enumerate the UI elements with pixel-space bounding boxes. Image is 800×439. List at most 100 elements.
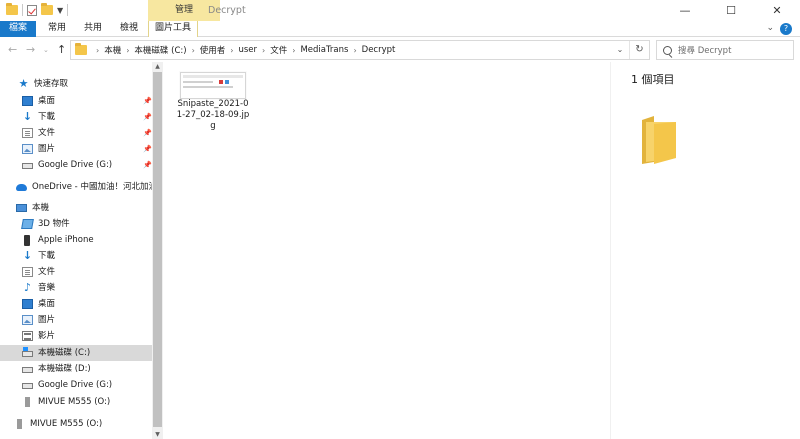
thumbnail-detail — [219, 80, 223, 84]
chevron-right-icon[interactable]: › — [353, 46, 356, 55]
sidebar-item-this-pc[interactable]: 本機 — [16, 200, 49, 216]
close-button[interactable]: ✕ — [754, 0, 800, 21]
tab-view[interactable]: 檢視 — [112, 21, 146, 37]
tab-home[interactable]: 常用 — [40, 21, 74, 37]
sidebar-item-music[interactable]: ♪ 音樂 — [22, 280, 55, 296]
quick-access-toolbar: ▼ — [6, 3, 69, 16]
sidebar-item-downloads[interactable]: ↓ 下載 — [22, 109, 55, 125]
windows-drive-icon — [22, 347, 33, 357]
pin-icon[interactable]: 📌 — [143, 129, 152, 137]
documents-icon — [22, 128, 33, 138]
scroll-thumb[interactable] — [153, 72, 162, 427]
sidebar-item-label: 圖片 — [38, 144, 56, 154]
pictures-icon — [22, 144, 33, 154]
breadcrumb-item[interactable]: MediaTrans — [300, 45, 348, 55]
breadcrumb-item[interactable]: 本機磁碟 (C:) — [134, 44, 186, 56]
chevron-right-icon[interactable]: › — [96, 46, 99, 55]
sidebar-item-mivue[interactable]: MIVUE M555 (O:) — [22, 394, 110, 410]
sidebar-item-pictures[interactable]: 圖片 — [22, 141, 55, 157]
sidebar-item-apple-iphone[interactable]: Apple iPhone — [22, 232, 94, 248]
divider — [22, 4, 23, 16]
divider — [67, 4, 69, 16]
download-icon: ↓ — [22, 249, 33, 262]
customize-toolbar-icon[interactable]: ▼ — [57, 6, 63, 15]
new-folder-icon[interactable] — [41, 3, 53, 15]
back-arrow-icon[interactable]: ← — [8, 43, 17, 56]
breadcrumb-item[interactable]: 本機 — [104, 44, 121, 56]
chevron-right-icon[interactable]: › — [192, 46, 195, 55]
sidebar-item-label: 3D 物件 — [38, 219, 70, 229]
sidebar-item-google-drive-pc[interactable]: Google Drive (G:) — [22, 377, 112, 393]
sidebar-item-3d-objects[interactable]: 3D 物件 — [21, 216, 70, 232]
usb-drive-icon — [25, 397, 30, 407]
details-pane: 1 個項目 — [610, 62, 800, 439]
sidebar-item-desktop[interactable]: 桌面 — [22, 93, 55, 109]
tab-file[interactable]: 檔案 — [0, 21, 36, 37]
pin-icon[interactable]: 📌 — [143, 97, 152, 105]
pictures-icon — [22, 315, 33, 325]
maximize-button[interactable]: ☐ — [708, 0, 754, 21]
chevron-right-icon[interactable]: › — [126, 46, 129, 55]
search-placeholder: 搜尋 Decrypt — [678, 46, 732, 56]
address-bar[interactable]: › 本機 › 本機磁碟 (C:) › 使用者 › user › 文件 › Med… — [70, 40, 650, 60]
sidebar-item-mivue-root[interactable]: MIVUE M555 (O:) — [14, 416, 102, 432]
pin-icon[interactable]: 📌 — [143, 113, 152, 121]
3d-objects-icon — [21, 219, 34, 229]
sidebar-item-onedrive[interactable]: OneDrive - 中國加油！河北加油！ — [16, 179, 165, 195]
expand-ribbon-icon[interactable]: ⌄ — [766, 23, 774, 35]
sidebar-item-quick-access[interactable]: ★ 快速存取 — [18, 76, 68, 92]
sidebar-item-label: OneDrive - 中國加油！河北加油！ — [32, 182, 166, 192]
sidebar-item-label: 下載 — [38, 251, 56, 261]
forward-arrow-icon[interactable]: → — [26, 43, 35, 56]
scroll-up-icon[interactable]: ▲ — [152, 63, 163, 70]
sidebar-item-documents-pc[interactable]: 文件 — [22, 264, 55, 280]
nav-scrollbar[interactable]: ▲ ▼ — [152, 62, 163, 439]
search-input[interactable]: 搜尋 Decrypt — [656, 40, 794, 60]
sidebar-item-pictures-pc[interactable]: 圖片 — [22, 312, 55, 328]
properties-icon[interactable] — [27, 4, 37, 16]
download-icon: ↓ — [22, 110, 33, 123]
sidebar-item-google-drive[interactable]: Google Drive (G:) — [22, 157, 112, 173]
breadcrumb-item[interactable]: user — [238, 45, 257, 55]
chevron-right-icon[interactable]: › — [292, 46, 295, 55]
drive-icon — [22, 383, 33, 389]
sidebar-item-desktop-pc[interactable]: 桌面 — [22, 296, 55, 312]
sidebar-item-local-disk-d[interactable]: 本機磁碟 (D:) — [22, 361, 91, 377]
item-count: 1 個項目 — [631, 73, 675, 86]
sidebar-item-label: Google Drive (G:) — [38, 160, 113, 170]
ribbon-tabs: 檔案 常用 共用 檢視 圖片工具 ⌄ ? — [0, 21, 800, 37]
help-icon[interactable]: ? — [780, 23, 792, 35]
sidebar-item-label: 音樂 — [38, 283, 56, 293]
chevron-down-icon[interactable]: ⌄ — [611, 41, 629, 59]
sidebar-item-documents[interactable]: 文件 — [22, 125, 55, 141]
tab-share[interactable]: 共用 — [76, 21, 110, 37]
file-name[interactable]: Snipaste_2021-01-27_02-18-09.jpg — [176, 99, 250, 132]
sidebar-item-label: 本機磁碟 (C:) — [38, 348, 91, 358]
folder-icon — [75, 43, 87, 55]
sidebar-item-local-disk-c[interactable]: 本機磁碟 (C:) — [0, 345, 152, 361]
chevron-right-icon[interactable]: › — [262, 46, 265, 55]
up-arrow-icon[interactable]: ↑ — [57, 43, 66, 56]
pin-icon[interactable]: 📌 — [143, 145, 152, 153]
search-icon — [663, 45, 672, 55]
desktop-icon — [22, 299, 33, 309]
sidebar-item-label: 本機 — [32, 203, 50, 213]
chevron-right-icon[interactable]: › — [230, 46, 233, 55]
refresh-icon[interactable]: ↻ — [629, 41, 649, 59]
sidebar-item-downloads-pc[interactable]: ↓ 下載 — [22, 248, 55, 264]
minimize-button[interactable]: — — [662, 0, 708, 21]
breadcrumb-item[interactable]: 使用者 — [200, 44, 226, 56]
tab-picture-tools[interactable]: 圖片工具 — [148, 21, 198, 37]
sidebar-item-label: 下載 — [38, 112, 56, 122]
star-icon: ★ — [18, 77, 29, 90]
recent-locations-icon[interactable]: ⌄ — [43, 46, 49, 54]
title-bar: ▼ 管理 Decrypt — ☐ ✕ — [0, 0, 800, 21]
image-thumbnail[interactable] — [180, 72, 246, 99]
videos-icon — [22, 331, 33, 341]
scroll-down-icon[interactable]: ▼ — [152, 431, 163, 438]
sidebar-item-label: Google Drive (G:) — [38, 380, 113, 390]
breadcrumb-item[interactable]: 文件 — [270, 44, 287, 56]
breadcrumb-item[interactable]: Decrypt — [362, 45, 396, 55]
sidebar-item-videos[interactable]: 影片 — [22, 328, 55, 344]
pin-icon[interactable]: 📌 — [143, 161, 152, 169]
